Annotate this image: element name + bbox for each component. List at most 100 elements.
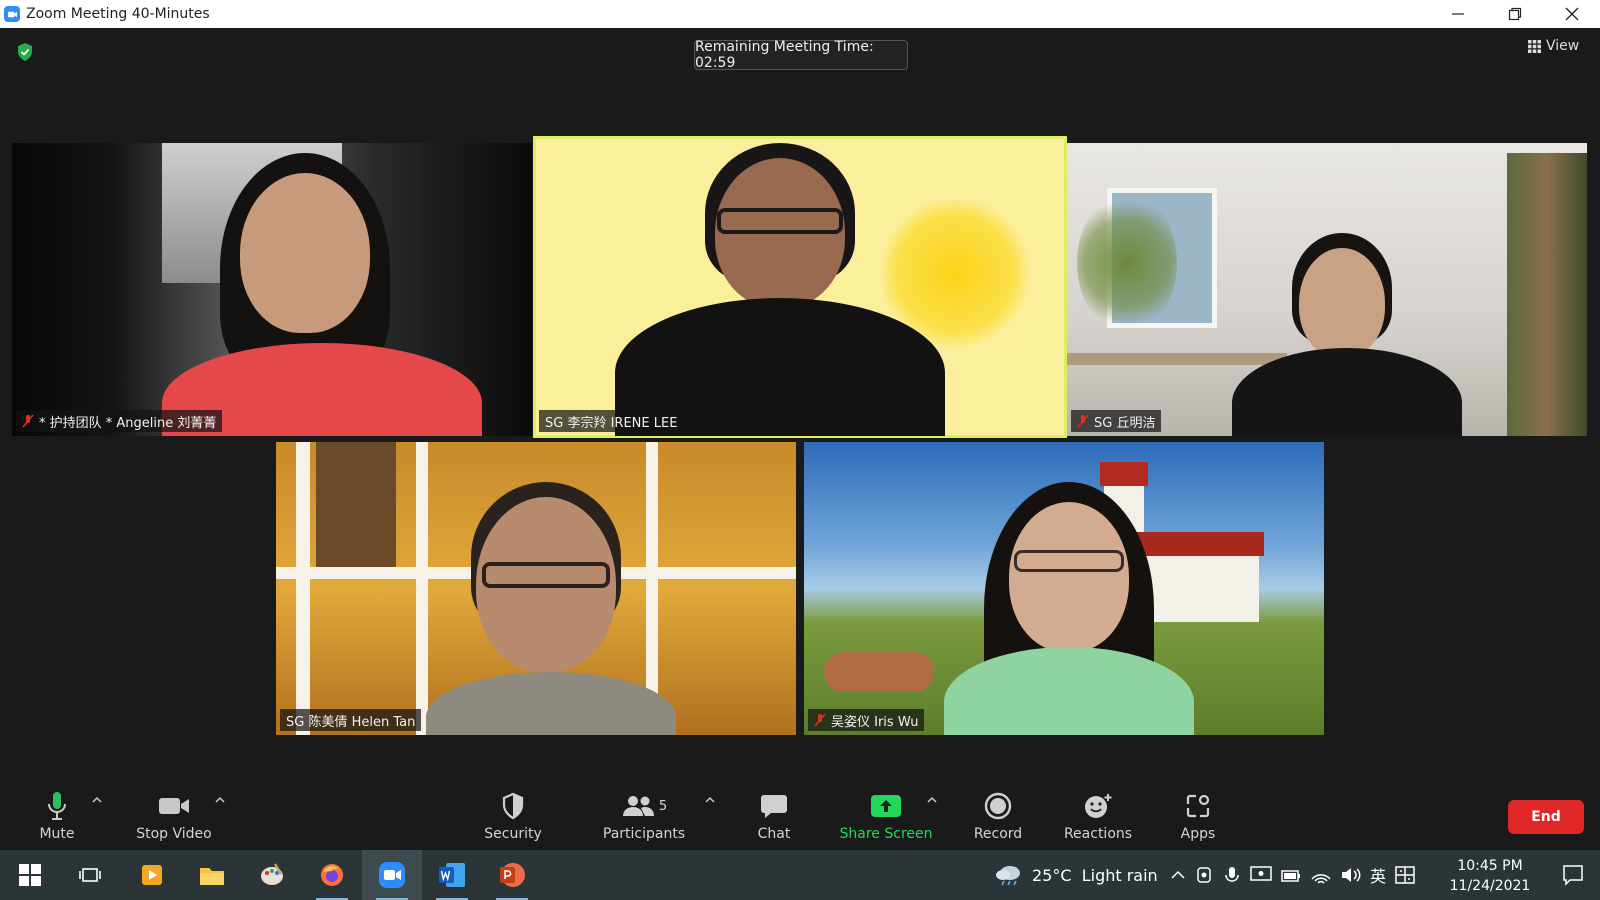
video-tile-angeline[interactable]: * 护持团队 * Angeline 刘菁菁 — [12, 143, 532, 436]
taskbar-zoom[interactable] — [362, 850, 422, 900]
word-icon — [439, 863, 465, 887]
shield-icon — [502, 792, 524, 820]
folder-icon — [200, 868, 224, 885]
taskbar-file-explorer[interactable] — [182, 850, 242, 900]
video-options-caret-icon[interactable] — [214, 794, 226, 806]
volume-icon[interactable] — [1340, 865, 1362, 885]
share-screen-button[interactable]: Share Screen — [839, 790, 933, 842]
video-camera-icon — [159, 798, 189, 814]
audio-options-caret-icon[interactable] — [91, 794, 103, 806]
glasses — [1014, 550, 1124, 572]
participant-name-tag: SG 陈美倩 Helen Tan — [280, 709, 422, 731]
chat-label: Chat — [757, 826, 791, 842]
video-feed-bookshelf — [1507, 153, 1587, 436]
input-language[interactable]: 英 — [1370, 863, 1386, 887]
taskbar-firefox[interactable] — [302, 850, 362, 900]
taskbar-media-player[interactable] — [122, 850, 182, 900]
window-titlebar: Zoom Meeting 40-Minutes — [0, 0, 1600, 28]
meeting-area: Remaining Meeting Time: 02:59 View * 护持团… — [0, 28, 1600, 850]
security-button[interactable]: Security — [478, 790, 548, 842]
share-screen-arrow-icon — [871, 795, 901, 817]
microphone-icon — [48, 792, 66, 820]
view-button[interactable]: View — [1528, 38, 1579, 54]
show-hidden-icons-caret-icon[interactable] — [1170, 867, 1186, 883]
close-icon — [1565, 7, 1578, 21]
video-feed-house — [1139, 552, 1259, 622]
windows-logo-icon — [19, 864, 41, 886]
minimize-button[interactable] — [1429, 0, 1486, 28]
weather-widget[interactable]: 25°C Light rain — [994, 850, 1158, 900]
screen-project-icon[interactable] — [1250, 865, 1272, 885]
participant-name-tag: SG 丘明洁 — [1071, 410, 1162, 432]
wifi-icon[interactable] — [1310, 865, 1332, 885]
apps-icon — [1186, 794, 1210, 818]
grid-view-icon — [1528, 39, 1541, 53]
reactions-button[interactable]: Reactions — [1064, 790, 1132, 842]
cloud-rain-icon — [996, 866, 1020, 886]
muted-mic-icon — [22, 414, 34, 428]
participant-name-tag: SG 李宗羚 IRENE LEE — [539, 410, 684, 432]
video-tile-helen-tan[interactable]: SG 陈美倩 Helen Tan — [276, 442, 796, 735]
system-tray: 英 — [1170, 850, 1416, 900]
meeting-toolbar: Mute Stop Video Security 5 Participants … — [0, 782, 1600, 850]
record-label: Record — [973, 826, 1023, 842]
share-options-caret-icon[interactable] — [926, 794, 938, 806]
ime-mode-icon[interactable] — [1394, 865, 1416, 885]
share-screen-label: Share Screen — [839, 826, 933, 842]
taskbar-powerpoint[interactable] — [482, 850, 542, 900]
notification-bubble-icon — [1563, 865, 1583, 886]
encryption-shield-icon[interactable] — [16, 42, 34, 62]
video-tile-irene-lee[interactable]: SG 李宗羚 IRENE LEE — [533, 136, 1067, 438]
participants-count: 5 — [658, 798, 668, 814]
notifications-button[interactable] — [1548, 850, 1598, 900]
chat-button[interactable]: Chat — [754, 790, 794, 842]
view-label: View — [1546, 38, 1580, 54]
taskbar-paint[interactable] — [242, 850, 302, 900]
participant-name-tag: 吴姿仪 Iris Wu — [808, 709, 925, 731]
weather-text: 25°C Light rain — [1032, 865, 1158, 885]
video-feed-house-roof — [1134, 532, 1264, 556]
stop-video-button[interactable]: Stop Video — [134, 790, 214, 842]
participants-button[interactable]: 5 Participants — [602, 790, 686, 842]
video-feed-tree — [316, 442, 396, 567]
zoom-app-icon — [4, 6, 20, 22]
restore-button[interactable] — [1486, 0, 1543, 28]
video-tile-iris-wu[interactable]: 吴姿仪 Iris Wu — [804, 442, 1324, 735]
start-button[interactable] — [0, 850, 60, 900]
apps-label: Apps — [1180, 826, 1216, 842]
record-icon — [984, 792, 1012, 820]
close-window-button[interactable] — [1543, 0, 1600, 28]
record-button[interactable]: Record — [972, 790, 1024, 842]
muted-mic-icon — [1077, 414, 1089, 428]
participants-icon — [622, 796, 654, 816]
taskbar-word[interactable] — [422, 850, 482, 900]
chat-bubble-icon — [761, 795, 787, 818]
participants-options-caret-icon[interactable] — [704, 794, 716, 806]
windows-taskbar: 25°C Light rain 英 10:45 PM 11/24/2021 — [0, 850, 1600, 900]
participant-name-tag: * 护持团队 * Angeline 刘菁菁 — [16, 410, 223, 432]
reactions-smiley-icon — [1085, 794, 1112, 818]
apps-button[interactable]: Apps — [1178, 790, 1218, 842]
video-feed-plant — [1077, 193, 1177, 333]
paint-palette-icon — [261, 863, 283, 885]
task-view-button[interactable] — [60, 850, 120, 900]
powerpoint-icon — [500, 863, 525, 887]
zoom-icon — [379, 862, 405, 888]
video-tile-sg-qiu[interactable]: SG 丘明洁 — [1067, 143, 1587, 436]
video-feed-rock — [824, 652, 934, 692]
participant-name: SG 陈美倩 Helen Tan — [286, 714, 416, 730]
video-feed-lighthouse-top — [1100, 462, 1148, 486]
window-title: Zoom Meeting 40-Minutes — [26, 6, 210, 22]
firefox-icon — [321, 864, 343, 886]
end-meeting-button[interactable]: End — [1508, 800, 1584, 834]
meet-now-icon[interactable] — [1194, 865, 1214, 885]
participant-name: SG 李宗羚 IRENE LEE — [545, 415, 678, 431]
participant-name: * 护持团队 * Angeline 刘菁菁 — [39, 415, 217, 431]
video-feed-shelf — [1067, 353, 1287, 365]
microphone-tray-icon[interactable] — [1222, 865, 1242, 885]
window-controls — [1429, 0, 1600, 28]
battery-icon[interactable] — [1280, 865, 1302, 885]
taskbar-clock[interactable]: 10:45 PM 11/24/2021 — [1440, 856, 1540, 896]
glasses — [717, 208, 843, 234]
mute-button[interactable]: Mute — [32, 790, 82, 842]
